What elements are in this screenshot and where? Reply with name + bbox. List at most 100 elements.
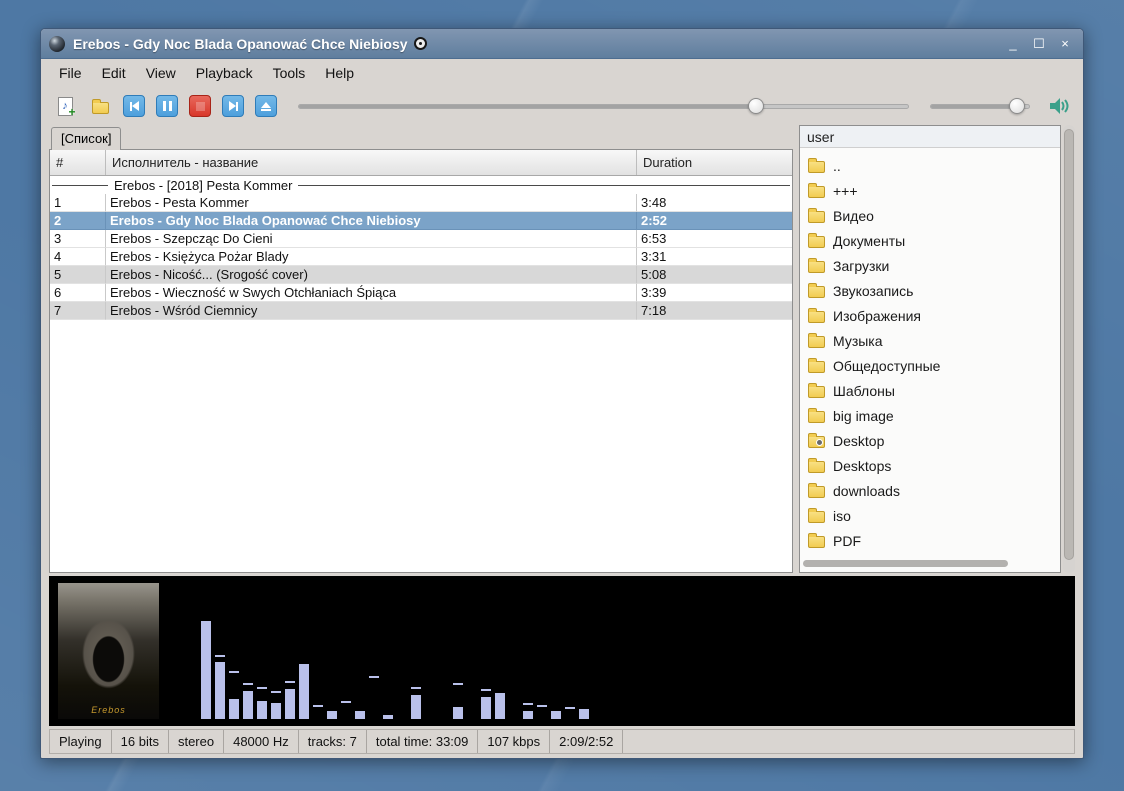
menu-item[interactable]: Tools xyxy=(263,61,316,85)
file-item[interactable]: Шаблоны xyxy=(802,378,1058,403)
spectrum-bar xyxy=(369,583,379,719)
spectrum-bar xyxy=(257,583,267,719)
spectrum-bar xyxy=(565,583,575,719)
file-list: .. +++ Видео xyxy=(800,148,1060,572)
file-item[interactable]: Desktop xyxy=(802,428,1058,453)
spectrum-peak xyxy=(411,687,421,689)
file-item[interactable]: Desktops xyxy=(802,453,1058,478)
horizontal-scrollbar[interactable] xyxy=(803,560,1023,567)
file-item[interactable]: iso xyxy=(802,503,1058,528)
next-button[interactable] xyxy=(222,95,244,117)
spectrum-bar xyxy=(509,583,519,719)
tab-row: [Список] xyxy=(49,125,793,149)
table-row[interactable]: 2 Erebos - Gdy Noc Blada Opanować Chce N… xyxy=(50,212,792,230)
spectrum-peak xyxy=(243,683,253,685)
playlist-tab[interactable]: [Список] xyxy=(51,127,121,150)
pause-button[interactable] xyxy=(156,95,178,117)
file-item-label: Desktops xyxy=(833,458,891,474)
menu-item[interactable]: Edit xyxy=(92,61,136,85)
spectrum-bar xyxy=(397,583,407,719)
file-item-label: Загрузки xyxy=(833,258,889,274)
seek-slider[interactable] xyxy=(298,94,909,118)
file-item[interactable]: Документы xyxy=(802,228,1058,253)
playlist-rows: 1 Erebos - Pesta Kommer 3:48 2 Erebos - … xyxy=(50,194,792,320)
table-row[interactable]: 4 Erebos - Księżyca Pożar Blady 3:31 xyxy=(50,248,792,266)
folder-icon xyxy=(808,211,825,223)
spectrum-bar xyxy=(341,583,351,719)
file-item[interactable]: Общедоступные xyxy=(802,353,1058,378)
volume-slider[interactable] xyxy=(930,94,1030,118)
file-item[interactable]: downloads xyxy=(802,478,1058,503)
file-item[interactable]: PDF xyxy=(802,528,1058,553)
spectrum-peak xyxy=(565,707,575,709)
file-item[interactable]: Видео xyxy=(802,203,1058,228)
desktop: Erebos - Gdy Noc Blada Opanować Chce Nie… xyxy=(0,0,1124,791)
spectrum-bar xyxy=(453,583,463,719)
menu-item[interactable]: File xyxy=(49,61,92,85)
file-item-label: Изображения xyxy=(833,308,921,324)
menu-item[interactable]: View xyxy=(136,61,186,85)
music-note-glyph: ♪ xyxy=(62,100,68,112)
spectrum-bar xyxy=(271,583,281,719)
file-item[interactable]: Загрузки xyxy=(802,253,1058,278)
spectrum-bar xyxy=(383,583,393,719)
add-file-icon: ♪ + xyxy=(58,97,73,116)
maximize-button[interactable]: ☐ xyxy=(1029,34,1049,54)
folder-icon xyxy=(808,236,825,248)
file-item-label: Desktop xyxy=(833,433,884,449)
table-row[interactable]: 6 Erebos - Wieczność w Swych Otchłaniach… xyxy=(50,284,792,302)
file-item[interactable]: Звукозапись xyxy=(802,278,1058,303)
menu-item[interactable]: Help xyxy=(315,61,364,85)
column-header-duration[interactable]: Duration xyxy=(637,150,792,175)
main-area: [Список] # Исполнитель - название Durati… xyxy=(49,125,1075,573)
table-row[interactable]: 1 Erebos - Pesta Kommer 3:48 xyxy=(50,194,792,212)
cell-duration: 7:18 xyxy=(637,302,792,320)
eject-button[interactable] xyxy=(255,95,277,117)
file-item[interactable]: Изображения xyxy=(802,303,1058,328)
volume-thumb[interactable] xyxy=(1009,98,1025,114)
status-bar: Playing 16 bits stereo 48000 Hz tracks: … xyxy=(49,729,1075,754)
playlist-pane: [Список] # Исполнитель - название Durati… xyxy=(49,125,793,573)
stop-icon xyxy=(196,102,205,111)
path-entry[interactable]: user xyxy=(800,126,1060,148)
spectrum-peak xyxy=(313,705,323,707)
spectrum-bar xyxy=(313,583,323,719)
file-item[interactable]: .. xyxy=(802,153,1058,178)
file-browser: user .. +++ xyxy=(799,125,1061,573)
close-button[interactable]: × xyxy=(1055,34,1075,54)
file-item[interactable]: +++ xyxy=(802,178,1058,203)
column-header-title[interactable]: Исполнитель - название xyxy=(106,150,637,175)
spectrum-peak xyxy=(537,705,547,707)
table-row[interactable]: 3 Erebos - Szepcząc Do Cieni 6:53 xyxy=(50,230,792,248)
album-art: Erebos xyxy=(58,583,159,719)
horizontal-scrollbar-thumb[interactable] xyxy=(803,560,1008,567)
spectrum-bar xyxy=(243,583,253,719)
minimize-button[interactable]: _ xyxy=(1003,34,1023,54)
seek-track[interactable] xyxy=(298,104,909,109)
table-row[interactable]: 7 Erebos - Wśród Ciemnicy 7:18 xyxy=(50,302,792,320)
table-row[interactable]: 5 Erebos - Nicość... (Srogość cover) 5:0… xyxy=(50,266,792,284)
cell-number: 4 xyxy=(50,248,106,266)
previous-button[interactable] xyxy=(123,95,145,117)
stop-button[interactable] xyxy=(189,95,211,117)
add-file-button[interactable]: ♪ + xyxy=(53,94,77,118)
file-item-label: Музыка xyxy=(833,333,883,349)
folder-icon xyxy=(808,536,825,548)
folder-icon xyxy=(808,386,825,398)
cell-number: 6 xyxy=(50,284,106,302)
open-folder-button[interactable] xyxy=(88,94,112,118)
seek-thumb[interactable] xyxy=(748,98,764,114)
file-item[interactable]: Музыка xyxy=(802,328,1058,353)
folder-icon xyxy=(808,461,825,473)
menu-item[interactable]: Playback xyxy=(186,61,263,85)
spectrum-bar xyxy=(201,583,211,719)
titlebar[interactable]: Erebos - Gdy Noc Blada Opanować Chce Nie… xyxy=(41,29,1083,59)
file-item[interactable]: big image xyxy=(802,403,1058,428)
vertical-scrollbar-thumb[interactable] xyxy=(1064,129,1074,559)
playlist-table: # Исполнитель - название Duration Erebos… xyxy=(49,149,793,573)
column-header-number[interactable]: # xyxy=(50,150,106,175)
seek-fill xyxy=(299,105,756,108)
vertical-scrollbar[interactable] xyxy=(1063,125,1075,573)
app-window: Erebos - Gdy Noc Blada Opanować Chce Nie… xyxy=(40,28,1084,759)
cell-title: Erebos - Szepcząc Do Cieni xyxy=(106,230,637,248)
